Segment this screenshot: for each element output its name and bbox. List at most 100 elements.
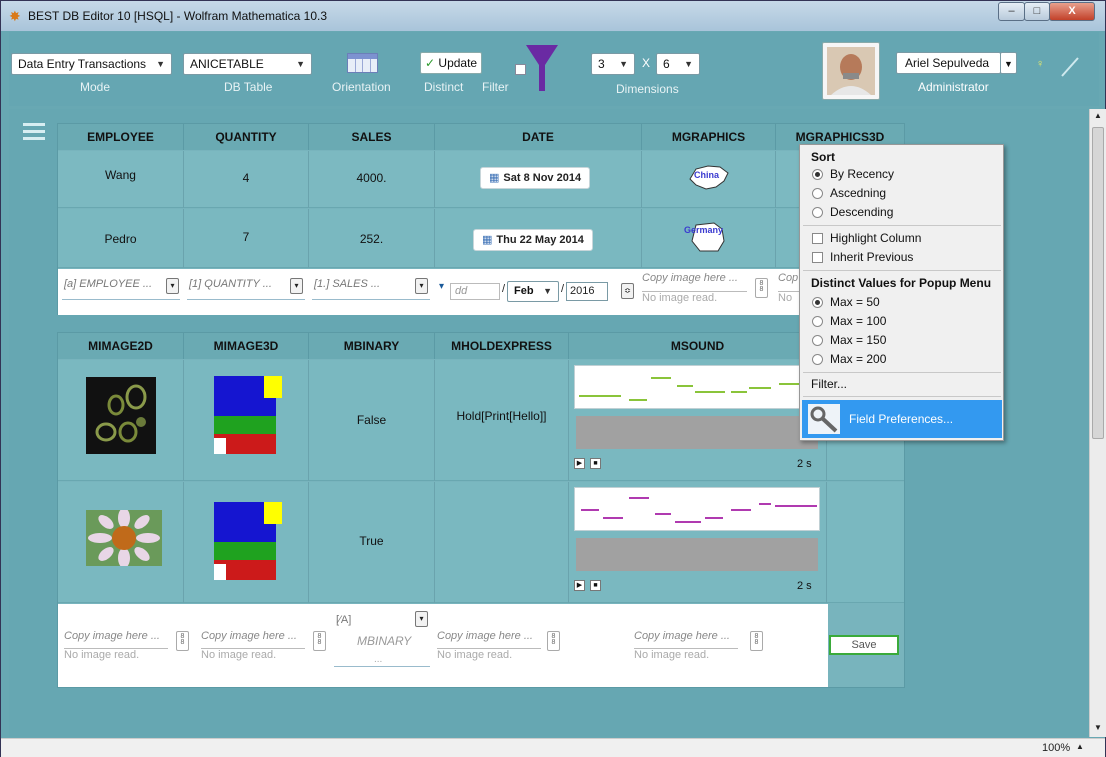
- sales-dropdown[interactable]: ▾: [415, 278, 428, 294]
- binary-label[interactable]: MBINARY: [357, 634, 411, 648]
- menu-label: Highlight Column: [830, 231, 922, 245]
- max-150[interactable]: Max = 150: [800, 331, 1005, 350]
- sort-descending[interactable]: Descending: [800, 203, 1005, 222]
- date-button[interactable]: ▦ Sat 8 Nov 2014: [480, 167, 591, 189]
- hamburger-menu-icon[interactable]: [23, 123, 45, 141]
- sound-waveform[interactable]: [574, 365, 820, 409]
- stop-icon[interactable]: ■: [590, 458, 601, 469]
- image-options-icon[interactable]: 88: [755, 278, 768, 298]
- table-row[interactable]: True ▶ ■ 2 s: [58, 482, 904, 603]
- db-table-dropdown[interactable]: ANICETABLE ▼: [183, 53, 312, 75]
- binary-underline: [334, 666, 430, 667]
- date-separator: /: [502, 283, 506, 295]
- day-input[interactable]: dd: [450, 283, 500, 300]
- sales-underline: [312, 299, 430, 300]
- orientation-caption: Orientation: [332, 80, 391, 94]
- header-sales[interactable]: SALES: [309, 124, 435, 150]
- maximize-button[interactable]: □: [1024, 2, 1050, 21]
- scroll-up-icon[interactable]: ▲: [1094, 111, 1102, 120]
- user-dropdown-arrow[interactable]: ▼: [1000, 52, 1017, 74]
- employee-cell: Wang: [58, 151, 184, 208]
- sound-waveform[interactable]: [574, 487, 820, 531]
- image-options-icon[interactable]: 88: [547, 631, 560, 651]
- header-date[interactable]: DATE: [435, 124, 642, 150]
- image-options-icon[interactable]: 88: [313, 631, 326, 651]
- zoom-up-icon[interactable]: ▲: [1076, 742, 1084, 751]
- lightbulb-icon[interactable]: ♀: [1036, 58, 1044, 70]
- copy-image-label[interactable]: Copy image here ...: [437, 630, 533, 642]
- header-mimage2d[interactable]: MIMAGE2D: [58, 333, 184, 359]
- copy-image-label[interactable]: Copy image here ...: [634, 630, 730, 642]
- mimage2d-cell: [58, 360, 184, 481]
- month-dropdown[interactable]: Feb ▼: [507, 281, 559, 302]
- image-options-icon[interactable]: 88: [750, 631, 763, 651]
- calendar-icon: ▦: [489, 172, 500, 184]
- table-row[interactable]: False Hold[Print[Hello]] ▶ ■ 2 s: [58, 360, 904, 481]
- header-mbinary[interactable]: MBINARY: [309, 333, 435, 359]
- copy-image-label[interactable]: Cop: [778, 272, 798, 284]
- app-icon: ✸: [9, 8, 21, 24]
- dimension-rows-dropdown[interactable]: 3 ▼: [591, 53, 635, 75]
- filter-checkbox[interactable]: [515, 64, 526, 75]
- header-quantity[interactable]: QUANTITY: [184, 124, 309, 150]
- scrollbar-thumb[interactable]: [1092, 127, 1104, 439]
- vertical-scrollbar[interactable]: ▲ ▼: [1089, 109, 1106, 737]
- image-options-icon[interactable]: 88: [176, 631, 189, 651]
- update-button[interactable]: ✓ Update: [420, 52, 482, 74]
- max-100[interactable]: Max = 100: [800, 312, 1005, 331]
- employee-underline: [62, 299, 180, 300]
- funnel-icon[interactable]: [526, 45, 558, 91]
- table-row[interactable]: Pedro 7 252. ▦ Thu 22 May 2014 Germany: [58, 209, 904, 268]
- header-msound[interactable]: MSOUND: [569, 333, 827, 359]
- user-dropdown[interactable]: Ariel Sepulveda: [896, 52, 1001, 74]
- year-input[interactable]: 2016: [566, 282, 608, 301]
- binary-type-icon: [⁄A]: [336, 614, 352, 626]
- year-stepper[interactable]: ≎: [621, 283, 634, 299]
- close-button[interactable]: X: [1049, 2, 1095, 21]
- pen-icon[interactable]: [1060, 56, 1080, 78]
- inherit-previous[interactable]: Inherit Previous: [800, 248, 1005, 267]
- sales-cell: 4000.: [309, 151, 435, 208]
- chevron-down-icon: ▼: [684, 59, 693, 69]
- header-mholdexpress[interactable]: MHOLDEXPRESS: [435, 333, 569, 359]
- sort-ascending[interactable]: Ascedning: [800, 184, 1005, 203]
- quantity-dropdown[interactable]: ▾: [290, 278, 303, 294]
- scroll-down-icon[interactable]: ▼: [1094, 723, 1102, 732]
- employee-input[interactable]: [a] EMPLOYEE ...: [64, 278, 152, 290]
- play-icon[interactable]: ▶: [574, 580, 585, 591]
- zoom-level[interactable]: 100%: [1042, 742, 1070, 754]
- field-preferences-item[interactable]: Field Preferences...: [802, 400, 1002, 438]
- mbinary-cell: True: [309, 482, 435, 603]
- table-row[interactable]: Wang 4 4000. ▦ Sat 8 Nov 2014 China: [58, 151, 904, 208]
- map-label: China: [694, 170, 720, 180]
- copy-image-label[interactable]: Copy image here ...: [201, 630, 297, 642]
- radio-icon: [812, 335, 823, 346]
- binary-dropdown[interactable]: ▾: [415, 611, 428, 627]
- date-button[interactable]: ▦ Thu 22 May 2014: [473, 229, 593, 251]
- quantity-input[interactable]: [1] QUANTITY ...: [189, 278, 272, 290]
- save-button[interactable]: Save: [829, 635, 899, 655]
- play-icon[interactable]: ▶: [574, 458, 585, 469]
- header-mgraphics[interactable]: MGRAPHICS: [642, 124, 776, 150]
- max-50[interactable]: Max = 50: [800, 293, 1005, 312]
- mgraphics-cell: Germany: [642, 209, 776, 268]
- copy-image-label[interactable]: Copy image here ...: [642, 272, 738, 284]
- chevron-down-icon: ▼: [619, 59, 628, 69]
- avatar[interactable]: [822, 42, 880, 100]
- minimize-button[interactable]: –: [998, 2, 1025, 21]
- date-value: Sat 8 Nov 2014: [503, 172, 582, 184]
- highlight-column[interactable]: Highlight Column: [800, 229, 1005, 248]
- max-200[interactable]: Max = 200: [800, 350, 1005, 369]
- sales-input[interactable]: [1.] SALES ...: [314, 278, 380, 290]
- stop-icon[interactable]: ■: [590, 580, 601, 591]
- sort-by-recency[interactable]: By Recency: [800, 165, 1005, 184]
- header-mimage3d[interactable]: MIMAGE3D: [184, 333, 309, 359]
- employee-dropdown[interactable]: ▾: [166, 278, 179, 294]
- header-employee[interactable]: EMPLOYEE: [58, 124, 184, 150]
- chevron-down-icon[interactable]: ▾: [439, 281, 444, 292]
- filter-menu-item[interactable]: Filter...: [800, 375, 1005, 394]
- mode-dropdown[interactable]: Data Entry Transactions ▼: [11, 53, 172, 75]
- orientation-grid-icon[interactable]: [347, 53, 378, 73]
- copy-image-label[interactable]: Copy image here ...: [64, 630, 160, 642]
- dimension-cols-dropdown[interactable]: 6 ▼: [656, 53, 700, 75]
